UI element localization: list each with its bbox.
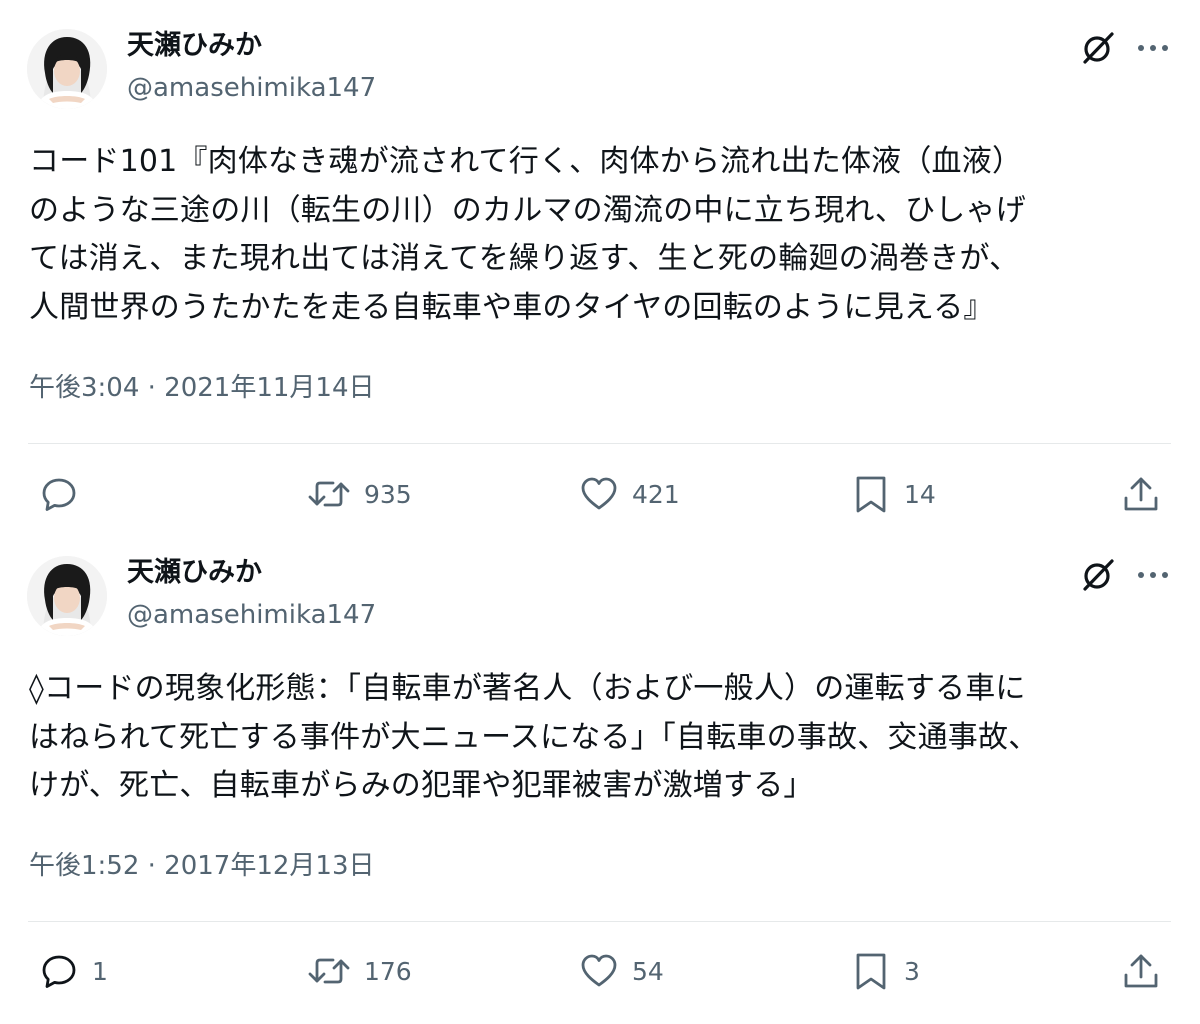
bookmark-button[interactable]: 14 [850, 468, 936, 520]
grok-icon[interactable] [1079, 29, 1117, 67]
retweet-button[interactable]: 935 [306, 468, 412, 520]
share-button[interactable] [1120, 468, 1162, 520]
share-icon [1124, 954, 1158, 988]
grok-icon[interactable] [1079, 556, 1117, 594]
action-bar: 935 421 14 [0, 468, 1200, 520]
tweet-text-line: ◊コードの現象化形態：「自転車が著名人（および一般人）の運転する車に [29, 671, 1026, 706]
tweet-text-line: けが、死亡、自転車がらみの犯罪や犯罪被害が激増する」 [29, 768, 814, 803]
reply-button[interactable]: 1 [38, 945, 108, 997]
tweet-text-line: 人間世界のうたかたを走る自転車や車のタイヤの回転のように見える』 [29, 289, 994, 325]
retweet-icon [308, 481, 350, 507]
author-display-name[interactable]: 天瀬ひみか [127, 555, 262, 591]
tweet-text-line: ては消え、また現れ出ては消えてを繰り返す、生と死の輪廻の渦巻きが、 [29, 241, 1020, 276]
more-icon[interactable] [1133, 556, 1173, 594]
tweet[interactable]: 天瀬ひみか @amasehimika147 ◊コードの現象化形態：「自転車が著名… [0, 525, 1200, 1024]
retweet-count: 176 [364, 956, 412, 986]
like-count: 421 [632, 479, 680, 509]
like-button[interactable]: 54 [578, 945, 664, 997]
heart-icon [581, 477, 617, 510]
retweet-button[interactable]: 176 [306, 945, 412, 997]
avatar[interactable] [27, 556, 107, 636]
more-icon[interactable] [1133, 29, 1173, 67]
bookmark-button[interactable]: 3 [850, 945, 920, 997]
heart-icon [581, 954, 617, 987]
bookmark-count: 3 [904, 956, 920, 986]
reply-button[interactable] [38, 468, 92, 520]
bookmark-count: 14 [904, 479, 936, 509]
author-display-name[interactable]: 天瀬ひみか [127, 28, 262, 64]
retweet-count: 935 [364, 479, 412, 509]
tweet[interactable]: 天瀬ひみか @amasehimika147 コード101『肉体なき魂が流されて行… [0, 0, 1200, 525]
reply-icon [42, 955, 76, 988]
tweet-text-line: はねられて死亡する事件が大ニュースになる」「自転車の事故、交通事故、 [29, 719, 1039, 755]
divider [28, 921, 1171, 922]
bookmark-icon [856, 953, 886, 990]
avatar[interactable] [27, 29, 107, 109]
author-handle[interactable]: @amasehimika147 [127, 597, 376, 633]
tweet-text: コード101『肉体なき魂が流されて行く、肉体から流れ出た体液（血液） のような三… [29, 138, 1177, 332]
reply-count: 1 [92, 956, 108, 986]
tweet-timestamp[interactable]: 午後3:04 · 2021年11月14日 [29, 368, 375, 408]
like-button[interactable]: 421 [578, 468, 680, 520]
tweet-text-line: のような三途の川（転生の川）のカルマの濁流の中に立ち現れ、ひしゃげ [29, 192, 1026, 228]
action-bar: 1 176 54 3 [0, 945, 1200, 997]
bookmark-icon [856, 476, 886, 513]
reply-icon [42, 478, 76, 511]
like-count: 54 [632, 956, 664, 986]
divider [28, 443, 1171, 444]
share-icon [1124, 477, 1158, 511]
share-button[interactable] [1120, 945, 1162, 997]
tweet-text-line: コード101『肉体なき魂が流されて行く、肉体から流れ出た体液（血液） [29, 144, 1023, 179]
tweet-timestamp[interactable]: 午後1:52 · 2017年12月13日 [29, 846, 375, 886]
retweet-icon [308, 958, 350, 984]
author-handle[interactable]: @amasehimika147 [127, 70, 376, 106]
tweet-text: ◊コードの現象化形態：「自転車が著名人（および一般人）の運転する車に はねられて… [29, 665, 1177, 811]
